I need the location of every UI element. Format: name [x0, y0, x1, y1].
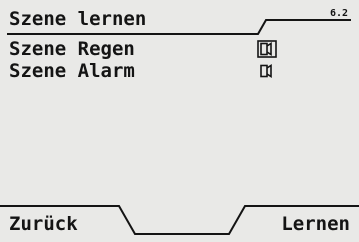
- learn-softkey[interactable]: Lernen: [281, 213, 350, 235]
- menu-item-scene-alarm[interactable]: Szene Alarm: [9, 60, 289, 82]
- menu-item-scene-regen[interactable]: Szene Regen: [9, 38, 289, 60]
- screen-frame-lines: [0, 19, 359, 235]
- menu-item-label: Szene Alarm: [9, 60, 135, 82]
- page-title: Szene lernen: [9, 8, 147, 30]
- scene-learn-icon: [260, 64, 272, 78]
- back-softkey[interactable]: Zurück: [9, 213, 78, 235]
- version-label: 6.2: [329, 8, 348, 19]
- lcd-screen: Szene lernen 6.2 Szene Regen Szene Alarm…: [0, 0, 359, 242]
- scene-learn-icon: [257, 40, 277, 58]
- menu-item-label: Szene Regen: [9, 38, 135, 60]
